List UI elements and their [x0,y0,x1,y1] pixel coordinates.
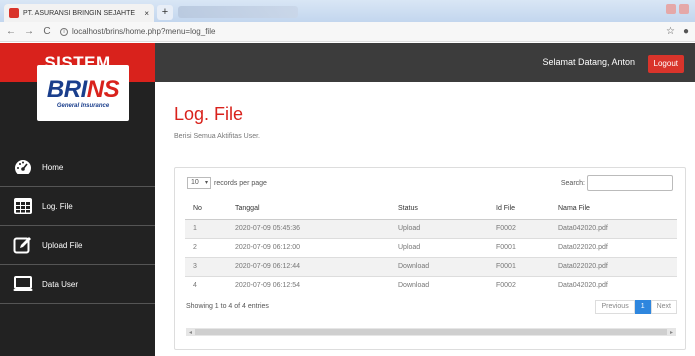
logo-subtitle: General Insurance [56,102,110,109]
table-cell: 2020-07-09 06:12:00 [227,237,390,257]
url-text: localhost/brins/home.php?menu=log_file [72,27,216,36]
table-cell: Data022020.pdf [550,256,677,276]
tab-close-icon[interactable]: × [144,9,149,18]
top-bar: Selamat Datang, Anton Logout [155,43,695,82]
table-cell: 4 [185,275,227,295]
scroll-left-icon[interactable]: ◂ [189,329,192,336]
column-header[interactable]: Nama File [550,199,677,220]
scrollbar-thumb[interactable] [195,329,667,335]
sidebar-item-label: Log. File [42,201,73,211]
table-cell: F0001 [488,256,550,276]
table-cell: Download [390,256,488,276]
table-cell: Download [390,275,488,295]
welcome-text: Selamat Datang, Anton [542,57,635,67]
favicon-icon [9,8,19,18]
log-table-panel: 10 ▾ records per page Search: No Tanggal … [174,167,686,350]
scroll-right-icon[interactable]: ▸ [670,329,673,336]
table-cell: 1 [185,218,227,238]
account-icon[interactable]: ● [683,26,689,37]
logout-button[interactable]: Logout [647,55,684,73]
table-cell: F0002 [488,275,550,295]
table-cell: 2020-07-09 05:45:36 [227,218,390,238]
sidebar-item-log-file[interactable]: Log. File [0,187,155,226]
table-cell: Data022020.pdf [550,237,677,257]
column-header[interactable]: Id File [488,199,550,220]
table-icon [12,196,34,216]
page-subtitle: Berisi Semua Aktifitas User. [174,133,260,140]
column-header[interactable]: Status [390,199,488,220]
address-bar-actions: ☆ ● [666,26,689,37]
records-per-page: 10 ▾ records per page [187,177,267,189]
forward-icon[interactable]: → [24,26,34,37]
sidebar-item-home[interactable]: Home [0,148,155,187]
dashboard-icon [12,157,34,177]
column-header[interactable]: Tanggal [227,199,390,220]
table-cell: F0002 [488,218,550,238]
browser-tab[interactable]: PT. ASURANSI BRINGIN SEJAHTE × [4,4,154,22]
table-cell: 2020-07-09 06:12:54 [227,275,390,295]
address-bar: ← → C i localhost/brins/home.php?menu=lo… [0,22,695,42]
tab-title: PT. ASURANSI BRINGIN SEJAHTE [23,9,136,17]
browser-tab-bar: PT. ASURANSI BRINGIN SEJAHTE × + [0,0,695,22]
logo-text: BRINS [46,75,120,103]
log-table: No Tanggal Status Id File Nama File 1 20… [185,199,677,295]
table-cell: Data042020.pdf [550,275,677,295]
new-tab-button[interactable]: + [157,5,173,20]
sidebar-item-label: Home [42,162,64,172]
brins-logo: BRINS General Insurance [37,65,129,121]
table-cell: Upload [390,237,488,257]
minimize-icon[interactable] [666,4,676,14]
page-title: Log. File [174,104,244,124]
table-cell: 2020-07-09 06:12:44 [227,256,390,276]
table-cell: 3 [185,256,227,276]
back-icon[interactable]: ← [6,26,16,37]
window-controls [666,4,689,14]
horizontal-scrollbar[interactable]: ◂ ▸ [186,328,676,336]
table-cell: F0001 [488,237,550,257]
table-row: 4 2020-07-09 06:12:54 Download F0002 Dat… [185,275,677,295]
records-per-page-label: records per page [214,179,267,187]
page-1-button[interactable]: 1 [634,300,651,314]
table-search: Search: [561,175,673,191]
table-header-row: No Tanggal Status Id File Nama File [185,199,677,220]
search-label: Search: [560,179,585,187]
table-info: Showing 1 to 4 of 4 entries [186,303,269,310]
sidebar-item-upload-file[interactable]: Upload File [0,226,155,265]
search-input[interactable] [587,175,673,191]
star-icon[interactable]: ☆ [666,26,675,37]
url-field[interactable]: i localhost/brins/home.php?menu=log_file [60,27,658,36]
monitor-icon [12,274,34,294]
column-header[interactable]: No [185,199,227,220]
records-per-page-select[interactable]: 10 ▾ [187,177,211,189]
edit-icon [12,235,34,255]
main-content: Log. File Berisi Semua Aktifitas User. 1… [155,82,695,356]
previous-page-button[interactable]: Previous [595,300,635,314]
table-cell: Data042020.pdf [550,218,677,238]
table-cell: Upload [390,218,488,238]
maximize-icon[interactable] [679,4,689,14]
blurred-tab[interactable] [178,6,298,18]
table-row: 1 2020-07-09 05:45:36 Upload F0002 Data0… [185,218,677,238]
sidebar-menu: Home Log. File Upload File Data User [0,148,155,304]
sidebar-item-label: Upload File [42,240,83,250]
sidebar-item-label: Data User [42,279,79,289]
pagination: Previous 1 Next [595,300,677,314]
chevron-down-icon: ▾ [204,180,208,186]
table-row: 2 2020-07-09 06:12:00 Upload F0001 Data0… [185,237,677,257]
reload-icon[interactable]: C [42,26,52,37]
table-cell: 2 [185,237,227,257]
info-icon[interactable]: i [60,27,68,36]
next-page-button[interactable]: Next [650,300,677,314]
sidebar-item-data-user[interactable]: Data User [0,265,155,304]
table-row: 3 2020-07-09 06:12:44 Download F0001 Dat… [185,256,677,276]
